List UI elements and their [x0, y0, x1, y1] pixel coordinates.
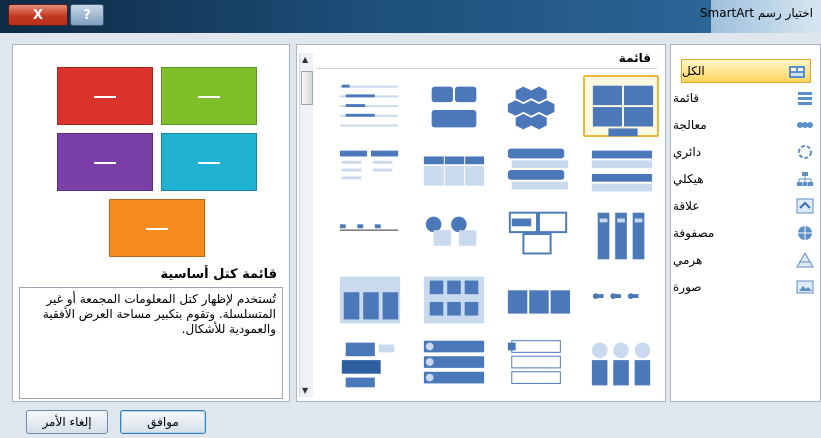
layout-thumbnail-graphic — [591, 342, 651, 386]
list-icon — [796, 90, 814, 106]
category-item-cycle[interactable]: دائري — [673, 140, 820, 164]
layout-thumbnail-graphic — [507, 290, 571, 314]
layout-thumbnail[interactable] — [499, 267, 575, 329]
layout-thumbnail-graphic — [597, 212, 645, 260]
layout-thumbnail[interactable] — [583, 331, 659, 393]
layout-thumbnail-graphic — [339, 224, 399, 231]
layout-thumbnail[interactable] — [583, 203, 659, 265]
preview-graphic — [27, 55, 277, 270]
category-label: علاقة — [673, 199, 700, 213]
gallery-header: قائمة — [317, 51, 657, 69]
category-item-process[interactable]: معالجة — [673, 113, 820, 137]
layout-thumbnail-graphic — [507, 86, 555, 130]
preview-pane: قائمة كتل أساسية تُستخدم لإظهار كتل المع… — [12, 44, 290, 402]
layout-thumbnail-graphic — [341, 342, 395, 388]
hierarchy-icon — [796, 171, 814, 187]
picture-icon — [796, 279, 814, 295]
smartart-dialog: X ? اختيار رسم SmartArt الكل قائمة معالجة د… — [0, 0, 821, 438]
category-label: الكل — [682, 64, 705, 78]
layout-thumbnail-graphic — [507, 148, 569, 190]
scroll-down-icon[interactable]: ▼ — [302, 386, 308, 395]
category-label: معالجة — [673, 118, 707, 132]
layout-thumbnail-graphic — [507, 340, 561, 384]
layout-thumbnail[interactable] — [415, 267, 491, 329]
layout-thumbnail[interactable] — [583, 267, 659, 329]
preview-description: تُستخدم لإظهار كتل المعلومات المجمعة أو … — [19, 287, 283, 399]
layout-thumbnail[interactable] — [583, 139, 659, 201]
layout-thumbnail[interactable] — [583, 75, 659, 137]
layout-thumbnail[interactable] — [415, 75, 491, 137]
matrix-icon — [796, 225, 814, 241]
layout-thumbnail[interactable] — [331, 75, 407, 137]
relationship-icon — [796, 198, 814, 214]
layout-thumbnail[interactable] — [415, 203, 491, 265]
layout-thumbnail-graphic — [339, 276, 401, 324]
preview-block — [57, 67, 153, 125]
layout-thumbnail[interactable] — [499, 203, 575, 265]
layout-thumbnail[interactable] — [415, 139, 491, 201]
layout-thumbnail-graphic — [423, 340, 485, 384]
process-icon — [796, 117, 814, 133]
preview-block — [57, 133, 153, 191]
category-label: دائري — [673, 145, 702, 159]
layout-thumbnail[interactable] — [331, 267, 407, 329]
title-bar: X ? اختيار رسم SmartArt — [0, 0, 821, 33]
layout-thumbnail-graphic — [339, 150, 399, 180]
gallery-scrollbar[interactable]: ▲ ▼ — [299, 53, 313, 397]
layout-thumbnail-graphic — [423, 276, 485, 324]
preview-block — [161, 133, 257, 191]
layout-thumbnail-graphic — [425, 216, 477, 246]
category-item-pyramid[interactable]: هرمي — [673, 248, 820, 272]
layout-gallery: ▲ ▼ قائمة — [296, 44, 666, 402]
layout-thumbnail-graphic — [592, 293, 639, 300]
layout-thumbnail-graphic — [431, 86, 477, 128]
category-label: قائمة — [673, 91, 700, 105]
ok-button[interactable]: موافق — [120, 410, 206, 434]
category-label: مصفوفة — [673, 226, 715, 240]
category-item-list[interactable]: قائمة — [673, 86, 820, 110]
category-item-relationship[interactable]: علاقة — [673, 194, 820, 218]
layout-thumbnail-graphic — [423, 156, 485, 186]
layout-thumbnail[interactable] — [331, 331, 407, 393]
layout-thumbnail-graphic — [592, 85, 654, 137]
layout-thumbnail-graphic — [339, 84, 399, 127]
all-icon — [788, 64, 806, 80]
layout-grid — [323, 75, 663, 400]
pyramid-icon — [796, 251, 814, 268]
layout-thumbnail[interactable] — [499, 331, 575, 393]
category-item-matrix[interactable]: مصفوفة — [673, 221, 820, 245]
window-title: اختيار رسم SmartArt — [699, 6, 813, 20]
category-label: هيكلي — [673, 172, 704, 186]
layout-thumbnail[interactable] — [499, 75, 575, 137]
category-item-hierarchy[interactable]: هيكلي — [673, 167, 820, 191]
help-button[interactable]: ? — [70, 4, 104, 26]
preview-title: قائمة كتل أساسية — [160, 267, 278, 282]
layout-thumbnail[interactable] — [331, 139, 407, 201]
category-item-all[interactable]: الكل — [681, 59, 811, 83]
preview-block — [109, 199, 205, 257]
preview-block — [161, 67, 257, 125]
layout-thumbnail[interactable] — [499, 139, 575, 201]
layout-thumbnail[interactable] — [331, 203, 407, 265]
layout-thumbnail-graphic — [591, 150, 653, 192]
scroll-thumb[interactable] — [301, 71, 313, 105]
cycle-icon — [796, 144, 814, 160]
category-list: الكل قائمة معالجة دائري هيكلي علاقة مصفوفة هرمي… — [670, 44, 821, 402]
cancel-button[interactable]: إلغاء الأمر — [26, 410, 108, 434]
layout-thumbnail-graphic — [508, 211, 568, 255]
close-button[interactable]: X — [8, 4, 68, 26]
category-item-picture[interactable]: صورة — [673, 275, 820, 299]
layout-thumbnail[interactable] — [415, 331, 491, 393]
category-label: صورة — [673, 280, 702, 294]
category-label: هرمي — [673, 253, 703, 267]
scroll-up-icon[interactable]: ▲ — [302, 55, 308, 64]
